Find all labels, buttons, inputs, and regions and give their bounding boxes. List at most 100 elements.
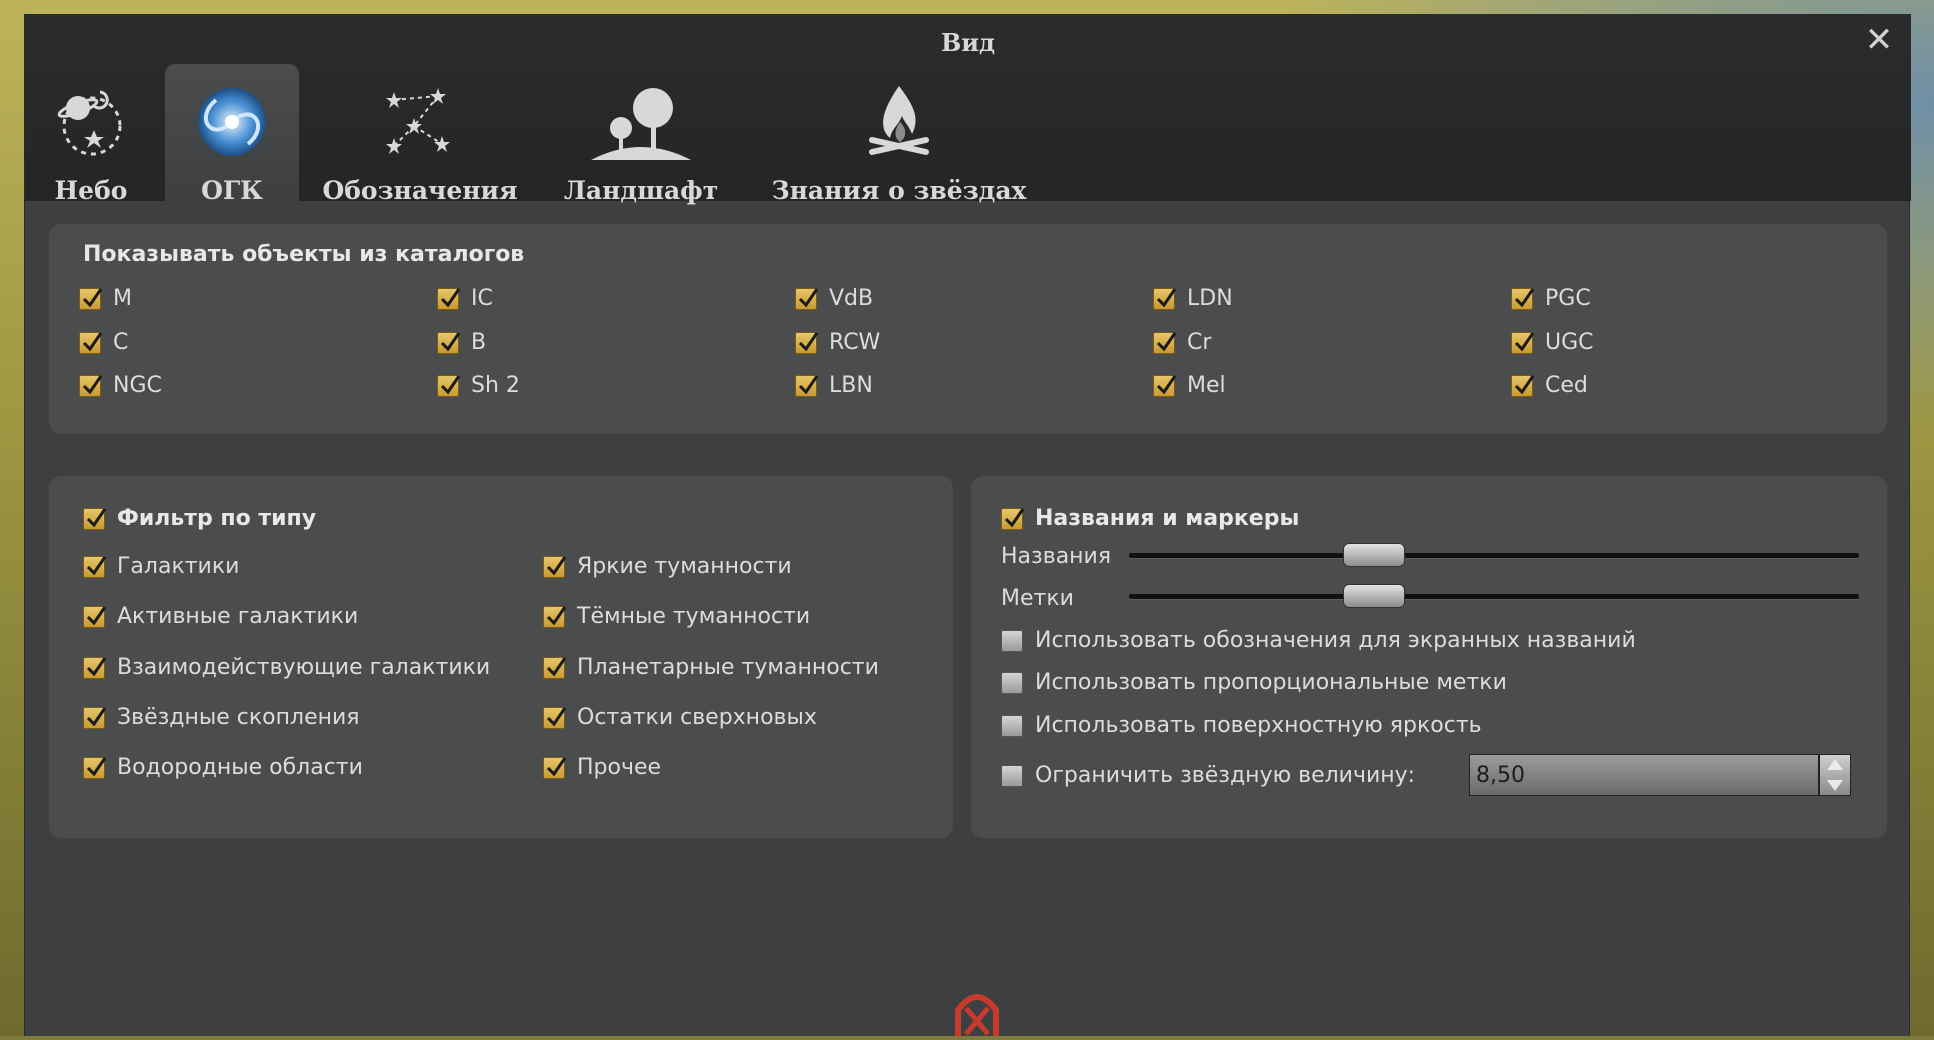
catalog-checkbox[interactable]: LBN (795, 373, 873, 398)
checkbox-label: PGC (1545, 286, 1591, 311)
tab-markings[interactable]: Обозначения (315, 64, 525, 205)
checkbox-label: Взаимодействующие галактики (117, 655, 491, 680)
checkbox-checked (1511, 374, 1535, 397)
catalog-checkbox[interactable]: Cr (1153, 330, 1211, 355)
checkbox-checked (1153, 331, 1177, 354)
checkbox-checked (79, 331, 103, 354)
option-proportional-marks[interactable]: Использовать пропорциональные метки (1001, 670, 1507, 695)
tab-sky[interactable]: Небо (41, 64, 141, 205)
checkbox-label: Cr (1187, 330, 1212, 355)
tab-dso[interactable]: ОГК (165, 64, 299, 205)
dialog-title: Вид (940, 28, 996, 57)
constellation-icon (380, 82, 460, 166)
catalog-checkbox[interactable]: NGC (79, 373, 162, 398)
type-checkbox[interactable]: Яркие туманности (543, 554, 792, 579)
app-logo-fragment-icon (952, 990, 1002, 1040)
checkbox-label: Sh 2 (471, 373, 520, 398)
names-slider-label: Названия (1001, 544, 1112, 569)
type-checkbox[interactable]: Прочее (543, 755, 661, 780)
tab-starlore-label: Знания о звёздах (771, 176, 1027, 205)
checkbox-label: Водородные области (117, 755, 363, 780)
checkbox-checked (83, 605, 107, 628)
checkbox-checked (795, 331, 819, 354)
dialog-header: Вид ✕ Небо ОГК Обозначения Ландшафт Знан… (25, 14, 1911, 205)
catalogs-panel: Показывать объекты из каталогов M IC VdB LD… (49, 224, 1887, 434)
names-slider-track[interactable] (1129, 553, 1859, 558)
marks-slider-label: Метки (1001, 586, 1074, 611)
checkbox-checked (437, 331, 461, 354)
checkbox-checked (83, 555, 107, 578)
type-checkbox[interactable]: Взаимодействующие галактики (83, 655, 490, 680)
checkbox-checked (437, 287, 461, 310)
option-surface-brightness[interactable]: Использовать поверхностную яркость (1001, 713, 1482, 738)
catalog-checkbox[interactable]: Ced (1511, 373, 1588, 398)
option-label: Использовать обозначения для экранных на… (1035, 628, 1636, 653)
checkbox-label: C (113, 330, 129, 355)
checkbox-checked (83, 706, 107, 729)
type-checkbox[interactable]: Планетарные туманности (543, 655, 879, 680)
type-checkbox[interactable]: Водородные области (83, 755, 363, 780)
catalog-checkbox[interactable]: VdB (795, 286, 873, 311)
checkbox-checked (83, 756, 107, 779)
catalog-checkbox[interactable]: B (437, 330, 486, 355)
landscape-trees-icon (591, 82, 691, 166)
type-checkbox[interactable]: Остатки сверхновых (543, 705, 817, 730)
type-checkbox[interactable]: Галактики (83, 554, 239, 579)
catalog-checkbox[interactable]: IC (437, 286, 493, 311)
spin-down-icon[interactable] (1820, 776, 1850, 796)
tab-landscape[interactable]: Ландшафт (555, 64, 727, 205)
tab-dso-label: ОГК (201, 176, 263, 205)
checkbox-label: LDN (1187, 286, 1233, 311)
catalog-checkbox[interactable]: C (79, 330, 128, 355)
type-filter-toggle[interactable]: Фильтр по типу (83, 506, 316, 531)
checkbox-unchecked (1001, 764, 1023, 787)
tab-sky-label: Небо (54, 176, 128, 205)
magnitude-spinner[interactable] (1819, 754, 1851, 796)
checkbox-label: IC (471, 286, 493, 311)
checkbox-label: Тёмные туманности (577, 604, 811, 629)
checkbox-label: NGC (113, 373, 162, 398)
checkbox-checked (79, 287, 103, 310)
checkbox-label: M (113, 286, 132, 311)
catalog-checkbox[interactable]: UGC (1511, 330, 1594, 355)
names-slider-thumb[interactable] (1342, 543, 1405, 567)
checkbox-label: VdB (829, 286, 874, 311)
checkbox-label: Mel (1187, 373, 1226, 398)
option-label: Ограничить звёздную величину: (1035, 763, 1416, 788)
checkbox-label: Ced (1545, 373, 1588, 398)
spin-up-icon[interactable] (1820, 755, 1850, 775)
catalog-checkbox[interactable]: LDN (1153, 286, 1233, 311)
checkbox-label: Яркие туманности (577, 554, 792, 579)
checkbox-unchecked (1001, 714, 1023, 737)
option-use-designations[interactable]: Использовать обозначения для экранных на… (1001, 628, 1636, 653)
tab-starlore[interactable]: Знания о звёздах (761, 64, 1037, 205)
close-icon[interactable]: ✕ (1861, 22, 1897, 58)
catalog-checkbox[interactable]: PGC (1511, 286, 1591, 311)
checkbox-label: Прочее (577, 755, 662, 780)
catalog-checkbox[interactable]: Mel (1153, 373, 1226, 398)
option-limit-magnitude[interactable]: Ограничить звёздную величину: (1001, 763, 1415, 788)
catalog-checkbox[interactable]: Sh 2 (437, 373, 520, 398)
catalog-checkbox[interactable]: M (79, 286, 132, 311)
campfire-icon (864, 82, 934, 166)
marks-slider-thumb[interactable] (1342, 584, 1405, 608)
catalog-checkbox[interactable]: RCW (795, 330, 880, 355)
type-checkbox[interactable]: Тёмные туманности (543, 604, 810, 629)
checkbox-checked (83, 507, 107, 530)
marks-slider-track[interactable] (1129, 594, 1859, 599)
checkbox-label: Галактики (117, 554, 240, 579)
labels-markers-toggle[interactable]: Названия и маркеры (1001, 506, 1299, 531)
galaxy-icon (192, 82, 272, 166)
checkbox-checked (437, 374, 461, 397)
checkbox-checked (543, 656, 567, 679)
magnitude-limit-input[interactable] (1469, 754, 1819, 796)
checkbox-checked (1511, 287, 1535, 310)
type-checkbox[interactable]: Звёздные скопления (83, 705, 360, 730)
type-checkbox[interactable]: Активные галактики (83, 604, 358, 629)
checkbox-checked (1001, 507, 1025, 530)
checkbox-checked (1153, 374, 1177, 397)
checkbox-checked (1511, 331, 1535, 354)
checkbox-checked (795, 374, 819, 397)
type-filter-panel: Фильтр по типу Галактики Активные галакти… (49, 476, 953, 838)
checkbox-checked (83, 656, 107, 679)
